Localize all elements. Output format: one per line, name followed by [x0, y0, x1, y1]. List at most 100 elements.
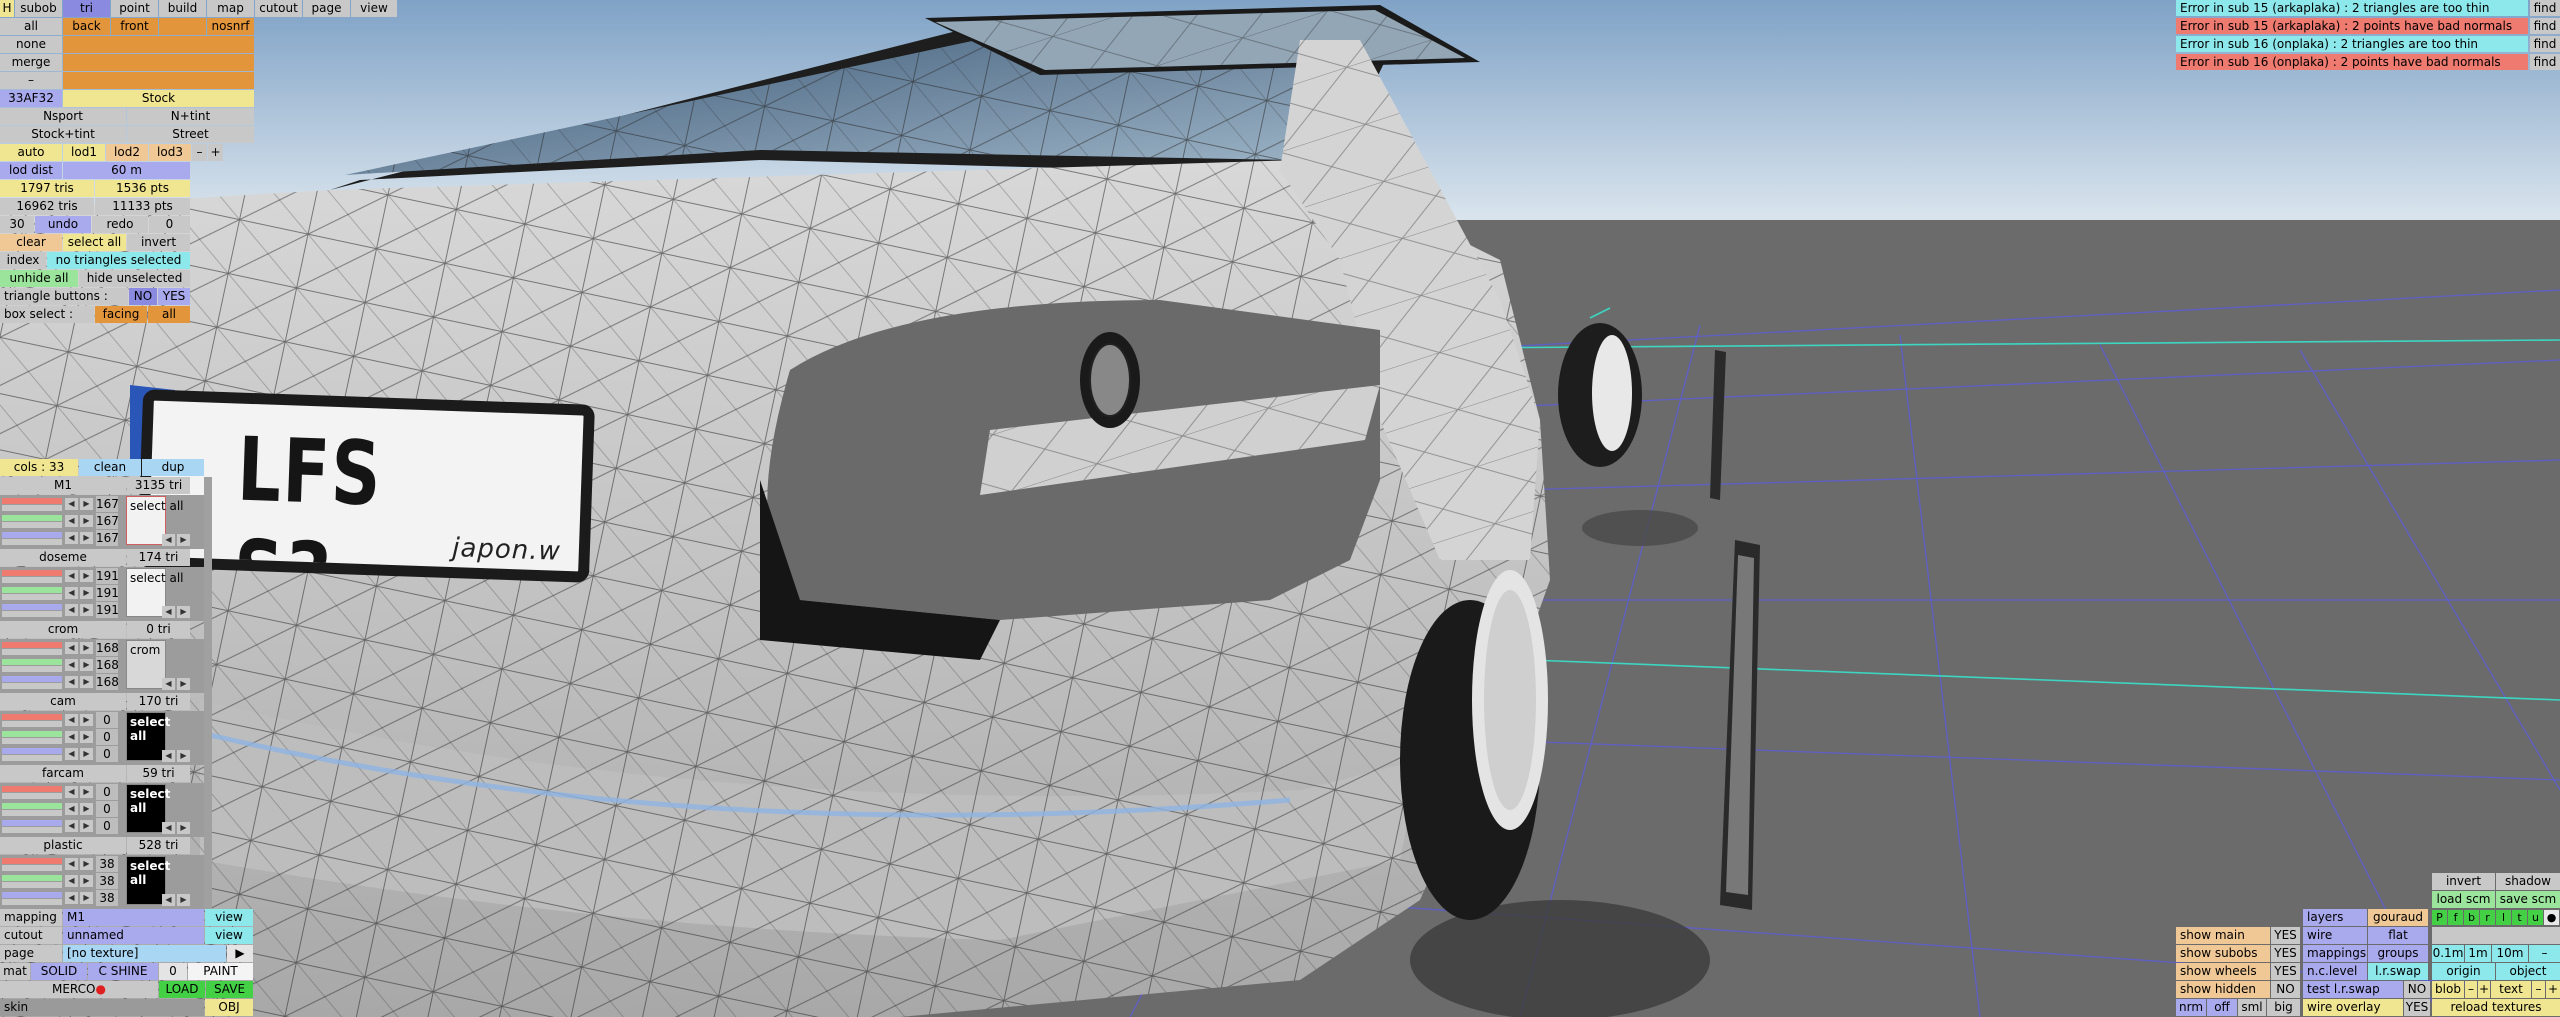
- index-label[interactable]: index: [0, 252, 46, 269]
- render-option-button[interactable]: wire overlay: [2303, 999, 2403, 1016]
- hide-unselected-button[interactable]: hide unselected: [79, 270, 190, 287]
- material-channel-value[interactable]: 191: [96, 602, 119, 618]
- material-prev-icon[interactable]: ◀: [162, 750, 175, 762]
- material-channel-slider[interactable]: [2, 505, 62, 511]
- material-channel-bar[interactable]: [2, 659, 62, 665]
- menu-cutout[interactable]: cutout: [255, 0, 302, 17]
- material-channel-bar[interactable]: [2, 604, 62, 610]
- material-name[interactable]: cam: [0, 693, 126, 710]
- decrement-icon[interactable]: ◀: [65, 731, 78, 743]
- view-back[interactable]: back: [63, 18, 110, 35]
- shadow-button[interactable]: shadow: [2496, 873, 2560, 890]
- material-channel-value[interactable]: 38: [96, 890, 118, 906]
- view-flag-toggle[interactable]: t: [2512, 910, 2527, 925]
- decrement-icon[interactable]: ◀: [65, 642, 78, 654]
- gouraud-button[interactable]: gouraud: [2368, 909, 2428, 926]
- save-scm-button[interactable]: save scm: [2496, 891, 2560, 908]
- material-channel-value[interactable]: 191: [96, 568, 119, 584]
- material-channel-slider[interactable]: [2, 577, 62, 583]
- material-channel-bar[interactable]: [2, 731, 62, 737]
- nrm-big-button[interactable]: big: [2267, 999, 2300, 1016]
- decrement-icon[interactable]: ◀: [65, 659, 78, 671]
- material-channel-slider[interactable]: [2, 666, 62, 672]
- error-find-button[interactable]: find: [2530, 18, 2560, 34]
- save-button[interactable]: SAVE: [206, 981, 253, 998]
- redo-button[interactable]: redo: [92, 216, 148, 233]
- lod-2[interactable]: lod2: [106, 144, 148, 161]
- blob-button[interactable]: blob: [2432, 981, 2464, 998]
- material-channel-value[interactable]: 0: [96, 801, 118, 817]
- render-option-button[interactable]: layers: [2303, 909, 2367, 926]
- decrement-icon[interactable]: ◀: [65, 875, 78, 887]
- clear-button[interactable]: clear: [0, 234, 62, 251]
- material-channel-value[interactable]: 167: [96, 496, 119, 512]
- lod-set-street[interactable]: Street: [127, 126, 254, 143]
- increment-icon[interactable]: ▶: [80, 515, 93, 527]
- mapping-value[interactable]: M1: [63, 909, 204, 926]
- flat-button[interactable]: flat: [2368, 927, 2428, 944]
- material-channel-value[interactable]: 167: [96, 513, 119, 529]
- material-channel-bar[interactable]: [2, 498, 62, 504]
- material-channel-slider[interactable]: [2, 539, 62, 545]
- show-toggle-value[interactable]: NO: [2271, 981, 2300, 998]
- material-select-all-button[interactable]: select all: [127, 857, 189, 889]
- view-front[interactable]: front: [111, 18, 158, 35]
- material-channel-bar[interactable]: [2, 858, 62, 864]
- material-channel-bar[interactable]: [2, 676, 62, 682]
- increment-icon[interactable]: ▶: [80, 642, 93, 654]
- material-name[interactable]: M1: [0, 477, 126, 494]
- material-channel-slider[interactable]: [2, 882, 62, 888]
- view-blank[interactable]: [159, 18, 206, 35]
- menu-build[interactable]: build: [159, 0, 206, 17]
- increment-icon[interactable]: ▶: [80, 875, 93, 887]
- increment-icon[interactable]: ▶: [80, 604, 93, 616]
- invert-button[interactable]: invert: [127, 234, 190, 251]
- material-select-all-button[interactable]: select all: [127, 497, 189, 515]
- material-select-all-button[interactable]: crom: [127, 641, 189, 659]
- view-flag-toggle[interactable]: f: [2448, 910, 2463, 925]
- material-channel-bar[interactable]: [2, 875, 62, 881]
- lod-3[interactable]: lod3: [149, 144, 191, 161]
- view-flag-toggle[interactable]: b: [2464, 910, 2479, 925]
- render-option-value[interactable]: YES: [2404, 999, 2430, 1016]
- material-prev-icon[interactable]: ◀: [162, 606, 175, 618]
- lod-set-nsport[interactable]: Nsport: [0, 108, 126, 125]
- decrement-icon[interactable]: ◀: [65, 820, 78, 832]
- cols-clean-button[interactable]: clean: [79, 459, 141, 476]
- material-channel-slider[interactable]: [2, 611, 62, 617]
- triangle-buttons-no[interactable]: NO: [129, 288, 157, 305]
- render-option-button[interactable]: n.c.level: [2303, 963, 2367, 980]
- increment-icon[interactable]: ▶: [80, 803, 93, 815]
- material-next-icon[interactable]: ▶: [177, 678, 190, 690]
- mat-shine-button[interactable]: C SHINE: [88, 963, 158, 980]
- material-list-scrollbar[interactable]: [204, 477, 212, 909]
- box-select-all[interactable]: all: [148, 306, 190, 323]
- material-select-all-button[interactable]: select all: [127, 713, 189, 745]
- decrement-icon[interactable]: ◀: [65, 748, 78, 760]
- 3d-viewport[interactable]: LFS S3 japon.w: [0, 0, 2560, 1017]
- view-flag-toggle[interactable]: r: [2480, 910, 2495, 925]
- render-option-button[interactable]: wire: [2303, 927, 2367, 944]
- error-find-button[interactable]: find: [2530, 0, 2560, 16]
- material-channel-bar[interactable]: [2, 532, 62, 538]
- material-channel-bar[interactable]: [2, 587, 62, 593]
- material-channel-slider[interactable]: [2, 793, 62, 799]
- material-channel-value[interactable]: 167: [96, 530, 119, 546]
- blob-minus[interactable]: –: [2465, 981, 2477, 998]
- mat-solid-button[interactable]: SOLID: [31, 963, 87, 980]
- decrement-icon[interactable]: ◀: [65, 892, 78, 904]
- skin-name[interactable]: Stock: [63, 90, 254, 107]
- material-channel-slider[interactable]: [2, 827, 62, 833]
- show-toggle-label[interactable]: show wheels: [2176, 963, 2270, 980]
- increment-icon[interactable]: ▶: [80, 532, 93, 544]
- material-channel-value[interactable]: 0: [96, 746, 118, 762]
- render-option-button[interactable]: mappings: [2303, 945, 2367, 962]
- undo-button[interactable]: undo: [35, 216, 91, 233]
- groups-button[interactable]: groups: [2368, 945, 2428, 962]
- view-nosnrf[interactable]: nosnrf: [207, 18, 254, 35]
- increment-icon[interactable]: ▶: [80, 587, 93, 599]
- decrement-icon[interactable]: ◀: [65, 786, 78, 798]
- material-select-all-button[interactable]: select all: [127, 785, 189, 817]
- lod-1[interactable]: lod1: [63, 144, 105, 161]
- material-channel-value[interactable]: 191: [96, 585, 119, 601]
